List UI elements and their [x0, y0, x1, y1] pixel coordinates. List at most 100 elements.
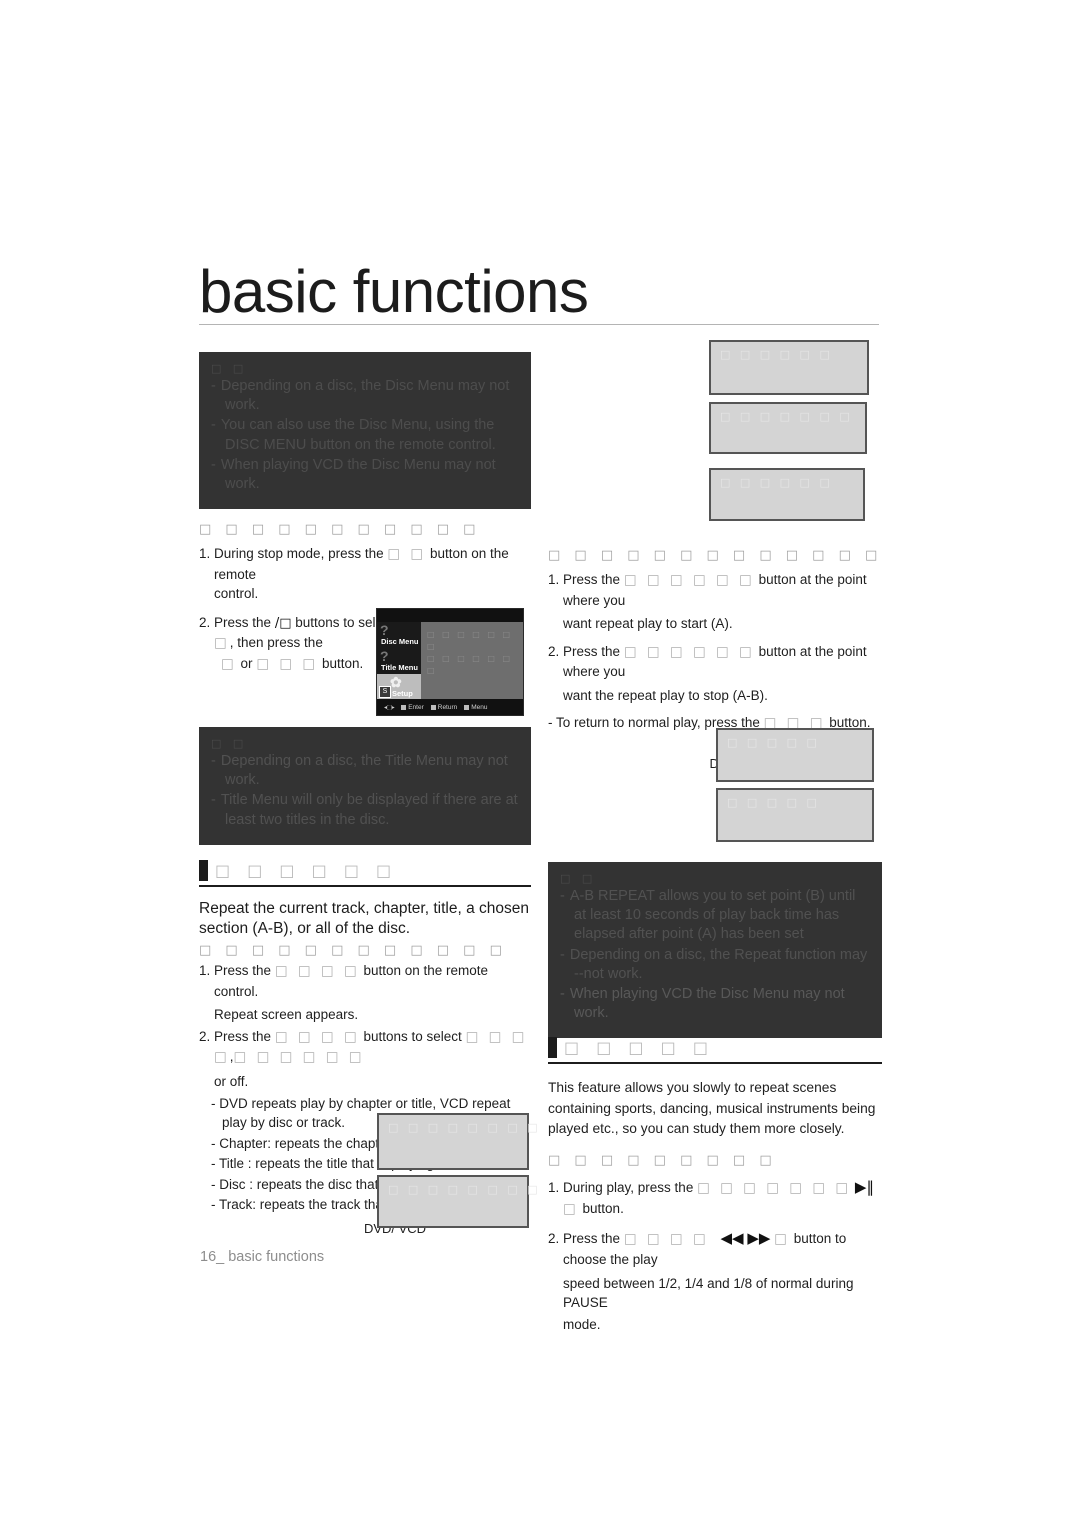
note-bullet-text: You can also use the Disc Menu, using th…: [220, 417, 496, 453]
osd-footer-label: Menu: [471, 703, 488, 711]
osd-item-label: Disc Menu: [381, 637, 419, 646]
note-bullet-text: Depending on a disc, the Repeat function…: [569, 946, 868, 982]
osd-footer-enter[interactable]: Enter: [401, 704, 424, 711]
section-tab-marker: [548, 1037, 557, 1058]
step-tofu: □: [774, 1231, 790, 1248]
manual-page: basic functions □ □ - Depending on a disc…: [0, 0, 1080, 1527]
image-box-label-tofu: □ □ □ □ □ □ □: [720, 410, 853, 423]
rewind-icon: ◀◀: [720, 1229, 744, 1248]
slow-play-subhead-tofu: □ □ □ □ □ □ □ □ □: [548, 1153, 777, 1169]
osd-footer-label: Return: [437, 703, 458, 711]
ab-repeat-image-box-1: □ □ □ □ □: [716, 728, 874, 782]
right-image-box-3: □ □ □ □ □ □: [709, 468, 865, 521]
step-text: 1. During stop mode, press the: [199, 545, 384, 561]
step-text: button.: [321, 656, 364, 672]
right-image-box-2: □ □ □ □ □ □ □: [709, 402, 867, 454]
note-bullet-text: When playing VCD the Disc Menu may not w…: [220, 456, 496, 492]
question-mark-icon: ?: [380, 622, 389, 638]
bullet-dash: -: [211, 753, 216, 770]
dpad-icon: ◂⬚▸: [384, 704, 395, 711]
image-box-label-tofu: □ □ □ □ □ □: [720, 476, 833, 489]
osd-item-title-menu[interactable]: ? Title Menu: [377, 648, 421, 674]
question-mark-icon: ?: [380, 648, 389, 664]
step-tofu: □: [221, 656, 237, 673]
step-text: 1. Press the: [199, 963, 272, 979]
step-continuation: Repeat screen appears.: [214, 1007, 359, 1023]
step-tofu: □ □ □ □ □ □: [623, 572, 755, 588]
step-item: 1. Press the □ □ □ □ button on the remot…: [199, 961, 531, 1001]
note-bullet-list: - A-B REPEAT allows you to set point (B) …: [560, 887, 870, 1023]
repeat-image-box-2: □ □ □ □ □ □ □ □: [377, 1175, 538, 1228]
step-text: or: [240, 656, 253, 672]
step-tofu: □ □: [387, 545, 427, 562]
note-bullet: - When playing VCD the Disc Menu may not …: [560, 985, 870, 1023]
osd-footer-return[interactable]: Return: [430, 703, 458, 711]
step-continuation: speed between 1/2, 1/4 and 1/8 of normal…: [563, 1275, 854, 1311]
osd-menu-list: ? Disc Menu ? Title Menu ✿ S Setup: [377, 622, 421, 700]
bullet-dash: -: [560, 888, 565, 905]
osd-body: ? Disc Menu ? Title Menu ✿ S Setup □ □ □…: [377, 622, 523, 700]
section-header-label-tofu: □ □ □ □ □: [564, 1038, 714, 1057]
image-box-label-tofu: □ □ □ □ □: [727, 736, 820, 749]
note-box-disc-menu: □ □ - Depending on a disc, the Disc Menu …: [199, 352, 531, 509]
ab-repeat-subhead-tofu: □ □ □ □ □ □ □ □ □ □ □ □ □: [548, 548, 883, 563]
step-item: 1. During play, press the □ □ □ □ □ □ □ …: [548, 1177, 882, 1219]
note-bullet: - Title Menu will only be displayed if th…: [211, 791, 519, 829]
right-image-box-1: □ □ □ □ □ □: [709, 340, 869, 395]
osd-right-panel: □ □ □ □ □ □ □ □ □ □ □ □ □ □: [427, 629, 517, 677]
osd-tofu-line: □ □ □ □ □ □ □: [427, 630, 513, 651]
step-item: 2. Press the □ □ □ □ □ □ button at the p…: [548, 642, 888, 682]
slow-play-description: This feature allows you slowly to repeat…: [548, 1080, 876, 1137]
osd-item-setup[interactable]: ✿ S Setup: [377, 674, 421, 700]
note-bullet-list: - Depending on a disc, the Disc Menu may …: [211, 377, 519, 494]
step-continuation: control.: [214, 586, 259, 602]
step-tofu: □ □ □ □: [274, 1028, 360, 1045]
note-box-title-menu: □ □ - Depending on a disc, the Title Menu…: [199, 727, 531, 845]
repeat-lead-paragraph: Repeat the current track, chapter, title…: [199, 899, 529, 938]
note-title-tofu: □ □: [560, 872, 597, 885]
note-bullet-text: Depending on a disc, the Disc Menu may n…: [220, 378, 510, 414]
note-bullet: - Depending on a disc, the Repeat functio…: [560, 946, 870, 984]
section-header-slow: □ □ □ □ □: [548, 1036, 882, 1064]
bullet-dash: -: [211, 792, 216, 809]
step-item: 1. Press the □ □ □ □ □ □ button at the p…: [548, 570, 888, 610]
step-tofu: □ □ □: [256, 656, 319, 673]
section-header-repeat: □ □ □ □ □ □: [199, 859, 531, 887]
step-text: 2. Press the: [548, 643, 621, 659]
image-box-label-tofu: □ □ □ □ □ □: [720, 348, 833, 361]
section-header-label-tofu: □ □ □ □ □ □: [215, 860, 398, 880]
button-dot-icon: [464, 704, 470, 710]
osd-footer-label: Enter: [408, 703, 424, 711]
button-dot-icon: [401, 704, 407, 710]
step-item: 1. During stop mode, press the □ □ butto…: [199, 544, 531, 584]
step-text: 2. Press the: [199, 614, 272, 630]
step-text: 1. During play, press the: [548, 1180, 694, 1196]
step-tofu: □ □ □ □ □ □ □: [697, 1180, 852, 1197]
note-bullet-text: A-B REPEAT allows you to set point (B) u…: [569, 888, 856, 943]
osd-top-bar: [377, 609, 523, 622]
slow-play-steps: 1. During play, press the □ □ □ □ □ □ □ …: [548, 1177, 882, 1334]
ab-repeat-image-box-2: □ □ □ □ □: [716, 788, 874, 842]
note-bullet-list: - Depending on a disc, the Title Menu may…: [211, 752, 519, 830]
bullet-dash: -: [211, 417, 216, 434]
ab-repeat-steps: 1. Press the □ □ □ □ □ □ button at the p…: [548, 570, 888, 734]
step-continuation: or off.: [214, 1074, 249, 1090]
note-bullet-text: When playing VCD the Disc Menu may not w…: [569, 985, 845, 1021]
note-bullet-text: Title Menu will only be displayed if the…: [220, 792, 518, 828]
note-bullet: - When playing VCD the Disc Menu may not …: [211, 456, 519, 494]
step-tofu: □ □ □ □: [274, 963, 360, 980]
step-item: 2. Press the □ □ □ □ ◀◀ ▶▶ □ button to c…: [548, 1228, 882, 1269]
title-rule: [199, 324, 879, 325]
step-text: button.: [582, 1200, 624, 1216]
osd-item-disc-menu[interactable]: ? Disc Menu: [377, 622, 421, 648]
slow-play-section: □ □ □ □ □ This feature allows you slowly…: [548, 1036, 882, 1336]
step-tofu: □ □ □ □ □ □: [623, 643, 755, 660]
step-continuation: mode.: [563, 1316, 601, 1332]
bullet-dash: -: [211, 378, 216, 395]
setup-badge: S: [379, 686, 391, 698]
arrow-glyph: /□: [274, 615, 292, 631]
step-tofu: □ □ □ □: [623, 1231, 709, 1248]
step-text: 2. Press the: [548, 1231, 621, 1247]
osd-footer-menu[interactable]: Menu: [464, 703, 488, 711]
note-bullet: - Depending on a disc, the Title Menu may…: [211, 752, 519, 790]
